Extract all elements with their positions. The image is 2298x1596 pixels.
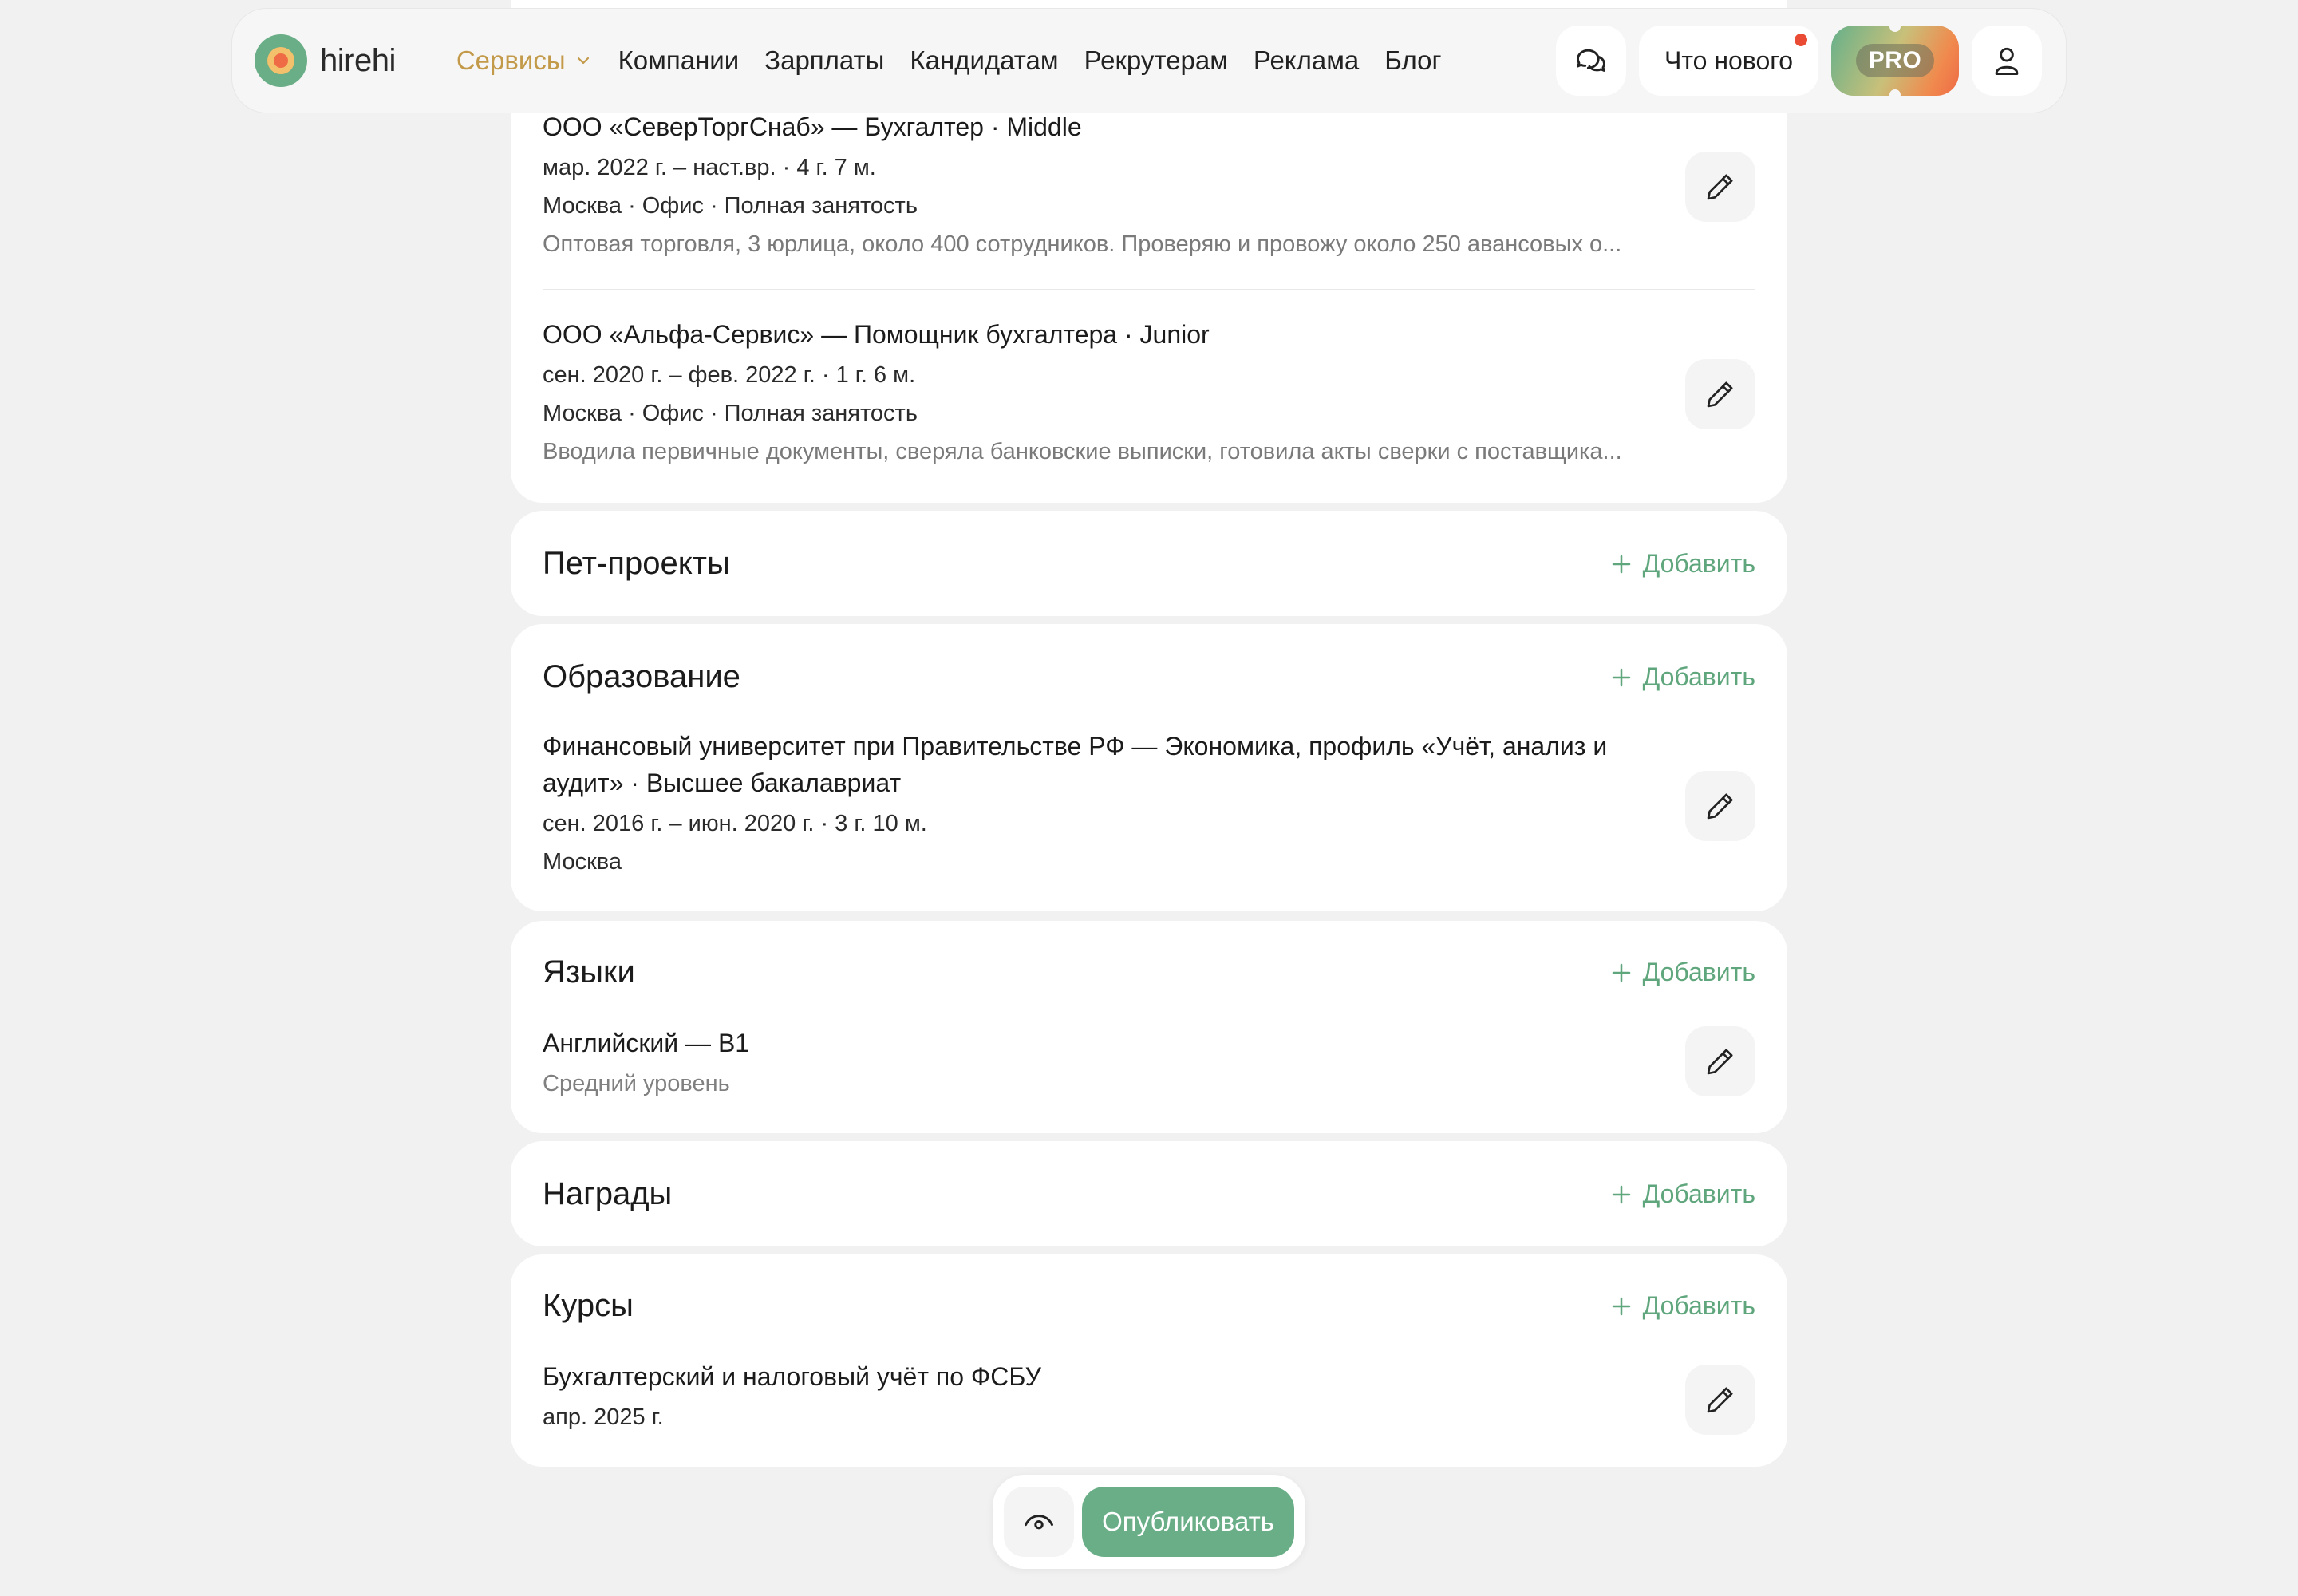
section-title: Награды bbox=[543, 1176, 673, 1211]
bottom-action-bar: Опубликовать bbox=[993, 1475, 1305, 1569]
eye-icon bbox=[1025, 1515, 1053, 1530]
experience-item: ООО «СеверТоргСнаб» — Бухгалтер · Middle… bbox=[543, 109, 1755, 260]
experience-period: сен. 2020 г. – фев. 2022 г. · 1 г. 6 м. bbox=[543, 362, 916, 388]
experience-title: ООО «Альфа-Сервис» — Помощник бухгалтера… bbox=[543, 320, 1210, 349]
experience-item: ООО «Альфа-Сервис» — Помощник бухгалтера… bbox=[543, 316, 1755, 468]
experience-description: Вводила первичные документы, сверяла бан… bbox=[543, 439, 1622, 464]
nav-services-dropdown[interactable]: Сервисы bbox=[456, 45, 593, 76]
add-course-button[interactable]: Добавить bbox=[1609, 1291, 1755, 1321]
experience-title: ООО «СеверТоргСнаб» — Бухгалтер · Middle bbox=[543, 113, 1082, 141]
experience-period: мар. 2022 г. – наст.вр. · 4 г. 7 м. bbox=[543, 155, 876, 180]
add-label: Добавить bbox=[1642, 1179, 1755, 1208]
edit-experience-button[interactable] bbox=[1685, 359, 1755, 429]
logo-icon bbox=[255, 34, 307, 87]
nav-companies[interactable]: Компании bbox=[618, 45, 740, 76]
education-location: Москва bbox=[543, 849, 622, 875]
chat-button[interactable] bbox=[1556, 26, 1627, 96]
edit-experience-button[interactable] bbox=[1685, 152, 1755, 222]
nav-blog[interactable]: Блог bbox=[1384, 45, 1441, 76]
publish-button[interactable]: Опубликовать bbox=[1082, 1487, 1294, 1557]
header-actions: Что нового PRO bbox=[1556, 21, 2042, 101]
add-label: Добавить bbox=[1642, 662, 1755, 691]
plus-icon bbox=[1612, 668, 1630, 686]
experience-location: Москва · Офис · Полная занятость bbox=[543, 193, 918, 219]
education-card: Образование Добавить Финансовый универси… bbox=[511, 624, 1787, 911]
section-title: Образование bbox=[543, 659, 740, 694]
add-pet-project-button[interactable]: Добавить bbox=[1609, 549, 1755, 579]
nav-ads[interactable]: Реклама bbox=[1254, 45, 1359, 76]
experience-description: Оптовая торговля, 3 юрлица, около 400 со… bbox=[543, 231, 1622, 257]
edit-course-button[interactable] bbox=[1685, 1365, 1755, 1435]
chat-icon bbox=[1577, 49, 1605, 72]
section-title: Пет-проекты bbox=[543, 546, 730, 581]
experience-location: Москва · Офис · Полная занятость bbox=[543, 401, 918, 426]
add-label: Добавить bbox=[1642, 1291, 1755, 1320]
language-level: Средний уровень bbox=[543, 1071, 730, 1096]
pro-button[interactable]: PRO bbox=[1831, 21, 1959, 101]
course-name: Бухгалтерский и налоговый учёт по ФСБУ bbox=[543, 1362, 1041, 1391]
plus-icon bbox=[1612, 1185, 1630, 1203]
pet-projects-card: Пет-проекты Добавить bbox=[511, 511, 1787, 616]
notification-dot bbox=[1795, 34, 1807, 46]
preview-button[interactable] bbox=[1004, 1487, 1074, 1557]
chevron-down-icon bbox=[577, 57, 589, 65]
nav-salaries[interactable]: Зарплаты bbox=[764, 45, 884, 76]
top-navigation-bar: hirehi Сервисы Компании Зарплаты Кандида… bbox=[231, 8, 2067, 113]
pro-label: PRO bbox=[1855, 44, 1935, 77]
languages-card: Языки Добавить Английский — B1 Средний у… bbox=[511, 921, 1787, 1133]
language-name: Английский — B1 bbox=[543, 1029, 750, 1057]
pencil-icon bbox=[1707, 1049, 1733, 1075]
pencil-icon bbox=[1707, 174, 1733, 200]
education-title-line2: аудит» · Высшее бакалавриат bbox=[543, 768, 902, 797]
course-item: Бухгалтерский и налоговый учёт по ФСБУ а… bbox=[543, 1358, 1755, 1433]
divider bbox=[543, 289, 1755, 290]
plus-icon bbox=[1612, 963, 1630, 982]
section-title: Языки bbox=[543, 954, 635, 990]
courses-card: Курсы Добавить Бухгалтерский и налоговый… bbox=[511, 1254, 1787, 1467]
plus-icon bbox=[1612, 1297, 1630, 1315]
user-icon bbox=[1995, 47, 2019, 75]
main-nav: Сервисы Компании Зарплаты Кандидатам Рек… bbox=[456, 45, 1442, 76]
awards-card: Награды Добавить bbox=[511, 1141, 1787, 1246]
profile-button[interactable] bbox=[1972, 26, 2042, 96]
add-education-button[interactable]: Добавить bbox=[1609, 662, 1755, 692]
course-date: апр. 2025 г. bbox=[543, 1404, 664, 1430]
whats-new-button[interactable]: Что нового bbox=[1639, 26, 1818, 96]
section-title: Курсы bbox=[543, 1288, 634, 1323]
pencil-icon bbox=[1707, 381, 1733, 408]
edit-language-button[interactable] bbox=[1685, 1026, 1755, 1096]
education-item: Финансовый университет при Правительстве… bbox=[543, 728, 1644, 878]
language-item: Английский — B1 Средний уровень bbox=[543, 1025, 1755, 1100]
whats-new-label: Что нового bbox=[1664, 45, 1793, 75]
nav-services-label: Сервисы bbox=[456, 45, 566, 75]
add-award-button[interactable]: Добавить bbox=[1609, 1179, 1755, 1209]
nav-recruiters[interactable]: Рекрутерам bbox=[1084, 45, 1228, 76]
logo-text: hirehi bbox=[320, 42, 396, 78]
edit-education-button[interactable] bbox=[1685, 771, 1755, 841]
education-period: сен. 2016 г. – июн. 2020 г. · 3 г. 10 м. bbox=[543, 811, 927, 836]
pencil-icon bbox=[1707, 1387, 1733, 1413]
add-label: Добавить bbox=[1642, 958, 1755, 986]
plus-icon bbox=[1612, 555, 1630, 573]
nav-candidates[interactable]: Кандидатам bbox=[910, 45, 1058, 76]
add-language-button[interactable]: Добавить bbox=[1609, 958, 1755, 987]
education-title-line1: Финансовый университет при Правительстве… bbox=[543, 732, 1608, 760]
logo[interactable]: hirehi bbox=[255, 34, 396, 87]
pencil-icon bbox=[1707, 793, 1733, 820]
add-label: Добавить bbox=[1642, 549, 1755, 578]
